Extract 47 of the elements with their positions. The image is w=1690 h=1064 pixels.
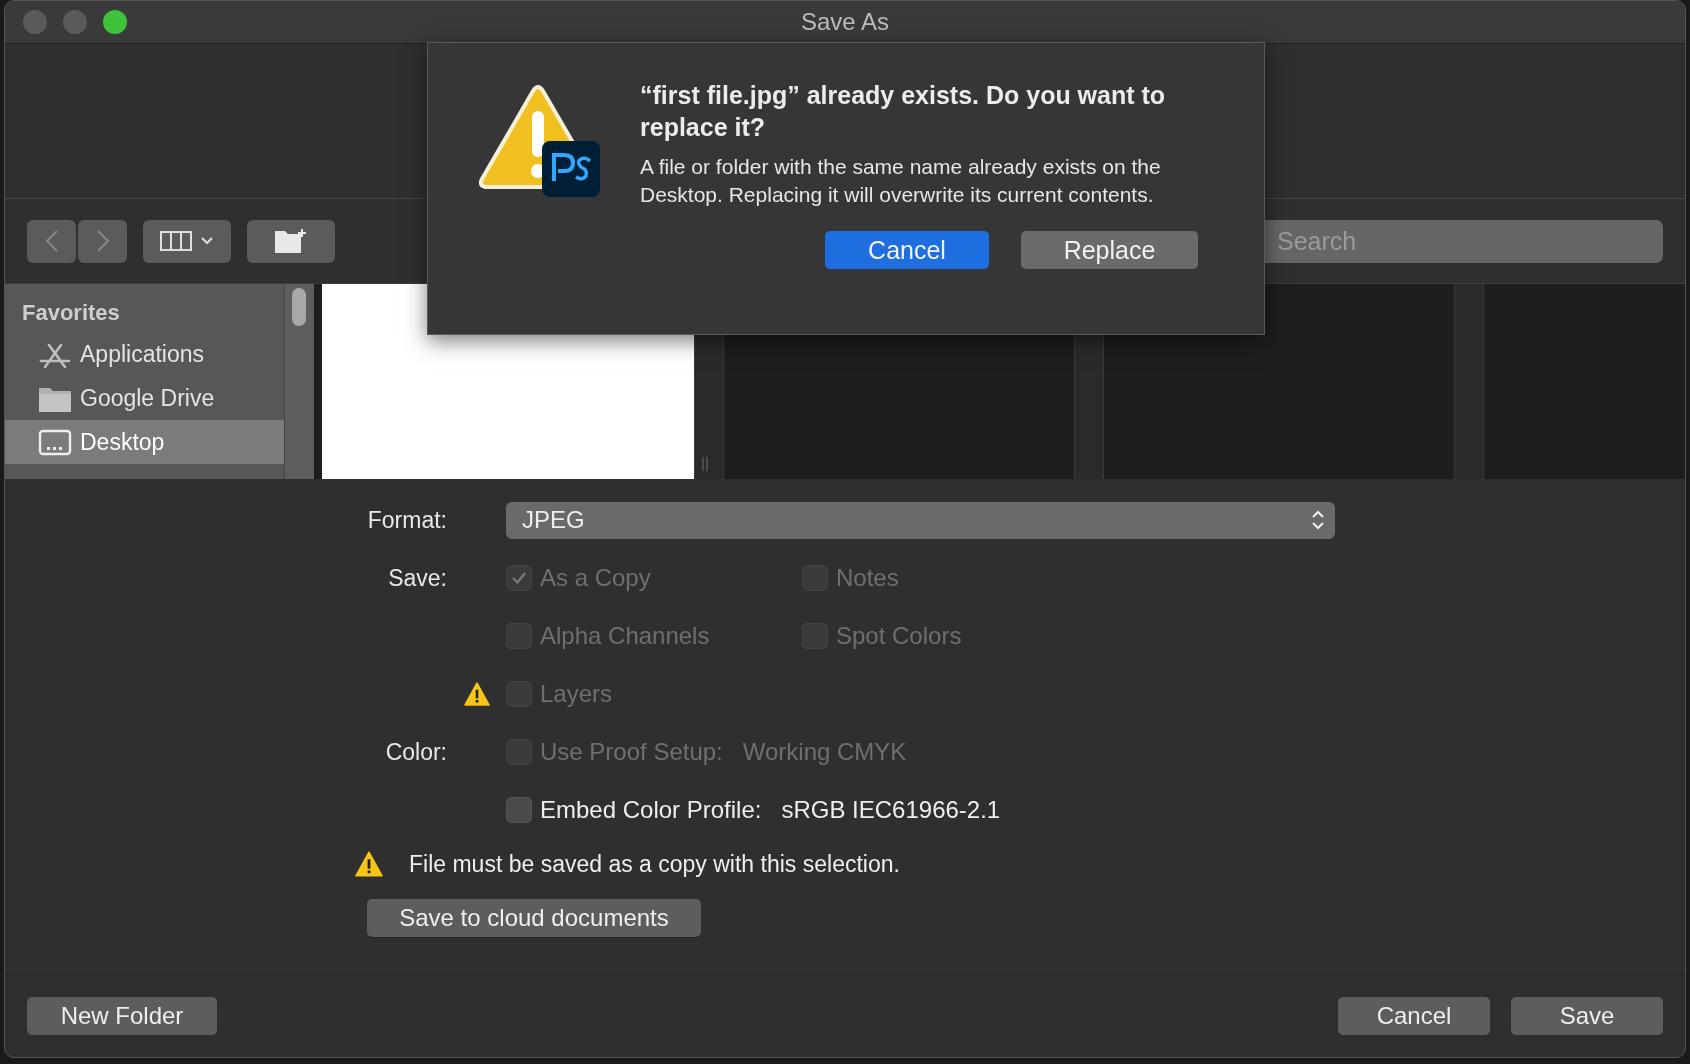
desktop-icon	[38, 427, 72, 457]
new-folder-button[interactable]: New Folder	[27, 997, 217, 1035]
scrollbar[interactable]	[284, 284, 314, 479]
folder-plus-icon	[274, 228, 308, 254]
chevron-left-icon	[44, 229, 59, 253]
minimize-button[interactable]	[63, 10, 87, 34]
sidebar-item[interactable]: Desktop	[5, 420, 284, 464]
field-label: Color:	[384, 738, 447, 766]
checkbox-label: Use Proof Setup:	[540, 738, 723, 766]
alert-button[interactable]: Replace	[1021, 231, 1198, 269]
checkbox-label: Embed Color Profile:	[540, 796, 762, 824]
checkbox-label: Spot Colors	[836, 622, 962, 650]
sidebar-item[interactable]: Applications	[5, 332, 284, 376]
cancel-button[interactable]: Cancel	[1338, 997, 1490, 1035]
default-button[interactable]: Cancel	[825, 231, 989, 269]
checkbox-label: Notes	[836, 564, 899, 592]
caret-icon	[200, 236, 214, 246]
checkbox-label: As a Copy	[540, 564, 651, 592]
notice-text: File must be saved as a copy with this selection.	[409, 850, 900, 878]
close-button[interactable]	[23, 10, 47, 34]
checkbox[interactable]	[506, 797, 532, 823]
view-options-button[interactable]	[143, 219, 231, 263]
checkbox-label: Layers	[540, 680, 613, 708]
field-label: Save:	[387, 564, 447, 592]
forward-button[interactable]	[78, 219, 127, 263]
cloud-save-button[interactable]: Save to cloud documents	[367, 899, 701, 937]
format-dropdown[interactable]: JPEG	[506, 501, 1335, 539]
window-title: Save As	[800, 8, 890, 36]
columns-icon	[160, 231, 192, 251]
sidebar-heading: Favorites	[21, 299, 121, 327]
field-label: Format:	[366, 506, 447, 534]
sidebar-item[interactable]: Google Drive	[5, 376, 284, 420]
back-button[interactable]	[27, 219, 76, 263]
column-resize-handle[interactable]	[701, 457, 709, 471]
warning-app-icon	[478, 83, 602, 199]
new-folder-button[interactable]	[247, 219, 335, 263]
warning-icon	[463, 682, 490, 706]
save-button[interactable]: Save	[1511, 997, 1663, 1035]
alert-message: A file or folder with the same name already exists on the Desktop. Replacing it will overwrite its current contents.	[640, 154, 1162, 208]
checkbox-label: Alpha Channels	[540, 622, 710, 650]
chevron-right-icon	[95, 229, 110, 253]
stepper-arrows-icon	[1311, 508, 1325, 532]
setting-value: Working CMYK	[742, 738, 907, 766]
zoom-button[interactable]	[103, 10, 127, 34]
alert-title: “first file.jpg” already exists. Do you want to replace it?	[640, 80, 1167, 143]
warning-icon	[355, 851, 383, 877]
setting-value: sRGB IEC61966-2.1	[781, 796, 1001, 824]
